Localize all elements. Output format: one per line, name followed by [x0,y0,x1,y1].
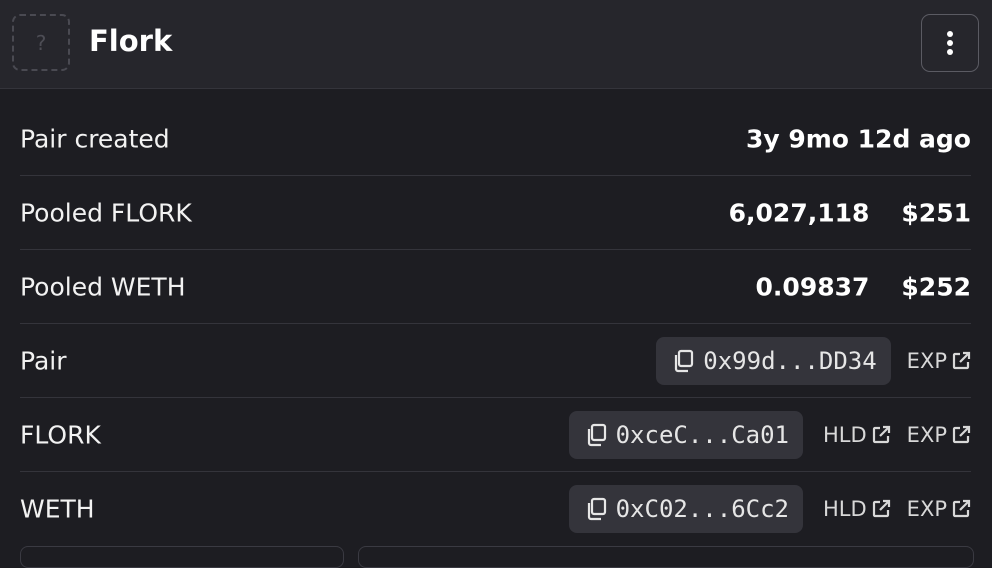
row-label: Pair [20,346,67,375]
pooled-amount: 6,027,118 [728,198,870,227]
token-logo-placeholder: ? [12,14,70,71]
token-title: Flork [89,24,173,58]
address-text: 0xceC...Ca01 [615,420,789,449]
address-text: 0x99d...DD34 [703,346,877,375]
external-link-icon [952,499,971,518]
explorer-link[interactable]: EXP [907,423,971,447]
row-label: Pooled FLORK [20,198,192,227]
row-label: Pair created [20,124,170,153]
row-pair-address: Pair 0x99d...DD34 EXP [20,324,971,398]
copy-address-button[interactable]: 0xceC...Ca01 [568,410,803,459]
copy-icon [587,423,606,446]
row-pooled-weth: Pooled WETH 0.09837 $252 [20,250,971,324]
row-flork-token: FLORK 0xceC...Ca01 HLD EXP [20,398,971,472]
row-label: Pooled WETH [20,272,186,301]
pooled-amount: 0.09837 [755,272,870,301]
next-section-edge [20,546,344,568]
copy-address-button[interactable]: 0xC02...6Cc2 [568,485,803,533]
pooled-usd: $251 [901,198,971,227]
pair-age-value: 3y 9mo 12d ago [745,124,971,153]
copy-icon [675,349,694,372]
token-header: ? Flork [0,0,992,89]
row-pooled-flork: Pooled FLORK 6,027,118 $251 [20,176,971,250]
pooled-usd: $252 [901,272,971,301]
address-text: 0xC02...6Cc2 [615,495,789,523]
explorer-link[interactable]: EXP [907,497,971,521]
explorer-label: EXP [906,348,947,373]
kebab-menu-icon [947,31,953,55]
row-label: WETH [20,494,95,524]
row-label: FLORK [20,420,101,449]
external-link-icon [952,425,971,443]
holders-link[interactable]: HLD [823,423,891,447]
holders-label: HLD [823,422,867,447]
copy-address-button[interactable]: 0x99d...DD34 [656,336,891,385]
explorer-label: EXP [906,422,947,447]
external-link-icon [872,425,890,443]
holders-label: HLD [823,497,867,521]
more-options-button[interactable] [921,14,979,72]
copy-icon [587,497,606,521]
explorer-label: EXP [906,497,947,521]
row-weth-token: WETH 0xC02...6Cc2 HLD EXP [20,472,971,546]
explorer-link[interactable]: EXP [907,349,971,373]
external-link-icon [952,351,971,369]
holders-link[interactable]: HLD [823,497,891,521]
external-link-icon [872,499,890,518]
next-section-edge [358,546,974,568]
row-pair-created: Pair created 3y 9mo 12d ago [20,102,971,176]
